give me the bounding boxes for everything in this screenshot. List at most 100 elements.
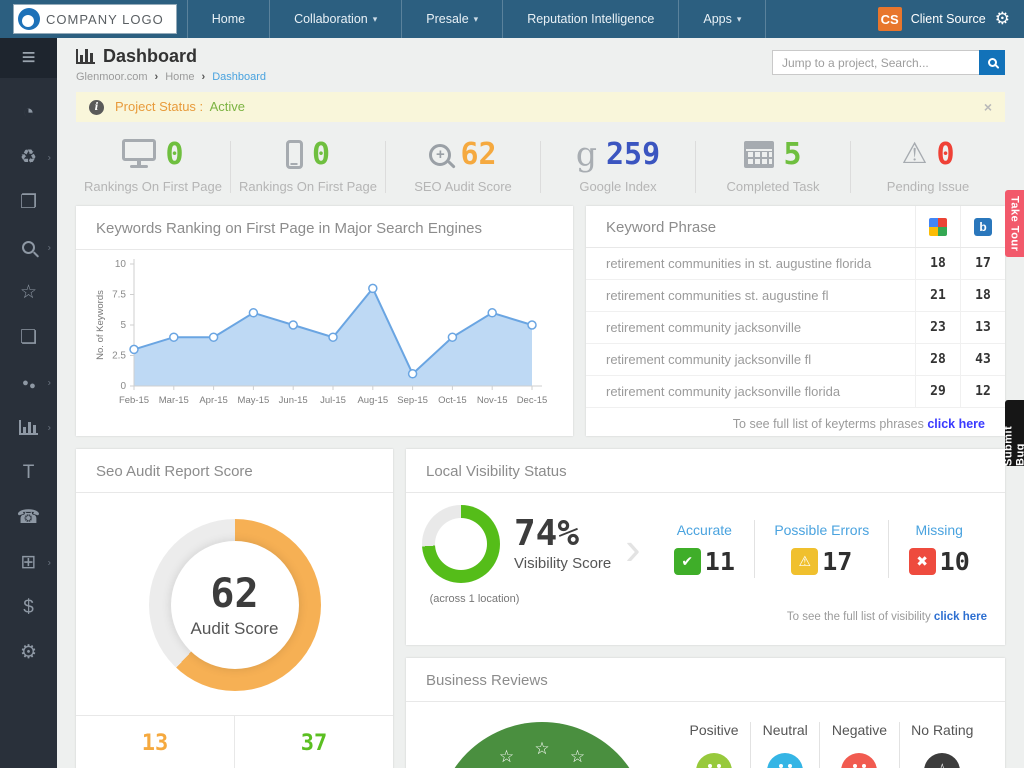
desktop-icon: [122, 139, 156, 161]
gear-icon[interactable]: ⚙: [995, 9, 1010, 29]
chevron-down-icon: ▾: [373, 14, 378, 25]
breadcrumb-item-dashboard[interactable]: Dashboard: [195, 71, 267, 83]
project-search: [772, 50, 1005, 75]
nav-item-home[interactable]: Home: [187, 0, 269, 38]
nav-right: CS Client Source ⚙: [878, 0, 1024, 38]
keyword-phrase: retirement communities in st. augustine …: [586, 248, 915, 279]
review-category-positive: Positive: [690, 722, 739, 768]
close-icon[interactable]: ×: [984, 99, 992, 115]
hamburger-menu-icon[interactable]: ≡: [0, 38, 57, 78]
company-logo-text: COMPANY LOGO: [46, 12, 164, 27]
sidebar-item-text[interactable]: T: [0, 450, 57, 495]
visibility-footer: To see the full list of visibility click…: [406, 605, 1005, 633]
table-row[interactable]: retirement community jacksonville florid…: [586, 376, 1005, 408]
stat-value: 5: [783, 140, 801, 170]
stat-google-index-3: g259Google Index: [541, 140, 695, 194]
divider: [750, 722, 751, 768]
dashboard-icon: ◔: [23, 102, 34, 124]
footer-text: To see the full list of visibility: [787, 611, 931, 623]
nav-item-reputation-intelligence[interactable]: Reputation Intelligence: [502, 0, 678, 38]
sidebar-item-dollar[interactable]: $: [0, 585, 57, 630]
breadcrumb-item-glenmoor-com[interactable]: Glenmoor.com: [76, 71, 148, 83]
google-rank: 23: [915, 312, 960, 343]
search-input[interactable]: [772, 50, 1005, 75]
star-icon: ☆: [499, 747, 514, 767]
audit-score-label: Audit Score: [191, 619, 279, 639]
client-source-badge[interactable]: CS: [878, 7, 902, 31]
visibility-card-title: Local Visibility Status: [406, 449, 1005, 493]
submit-bug-ribbon[interactable]: Submit Bug: [1005, 400, 1024, 466]
sidebar-menu: ◔♻›❐›☆❏●››T☎⊞›$⚙: [0, 78, 57, 675]
review-category-neutral: Neutral: [763, 722, 808, 768]
table-row[interactable]: retirement communities st. augustine fl2…: [586, 280, 1005, 312]
nav-item-collaboration[interactable]: Collaboration ▾: [269, 0, 401, 38]
breadcrumb-item-home[interactable]: Home: [148, 71, 195, 83]
table-row[interactable]: retirement communities in st. augustine …: [586, 248, 1005, 280]
sidebar: ≡ ◔♻›❐›☆❏●››T☎⊞›$⚙: [0, 38, 57, 768]
sidebar-item-settings[interactable]: ⚙: [0, 630, 57, 675]
sidebar-item-chart[interactable]: ›: [0, 405, 57, 450]
stat-top: 0: [122, 139, 183, 170]
sidebar-item-phone[interactable]: ☎: [0, 495, 57, 540]
settings-icon: ⚙: [20, 641, 37, 664]
stat-top: 62: [429, 140, 496, 170]
search-icon: [22, 241, 35, 254]
visibility-item-missing: Missing✖10: [909, 522, 970, 576]
nav-item-apps[interactable]: Apps▾: [678, 0, 766, 38]
nav-item-presale[interactable]: Presale▾: [401, 0, 502, 38]
take-tour-ribbon[interactable]: Take Tour: [1005, 190, 1024, 257]
visibility-click-here-link[interactable]: click here: [934, 611, 987, 623]
business-reviews-card: Business Reviews 5.00/5 ☆☆☆☆☆☆☆ Positive…: [406, 658, 1005, 768]
visibility-item-value: 10: [940, 547, 970, 576]
chevron-right-icon: ›: [48, 557, 51, 568]
svg-text:Jul-15: Jul-15: [320, 395, 346, 406]
alert-status: Active: [210, 99, 245, 114]
users-icon: ●: [22, 377, 29, 389]
main-content: Dashboard Glenmoor.comHomeDashboard Proj…: [57, 38, 1024, 768]
svg-text:Nov-15: Nov-15: [477, 395, 508, 406]
keyword-phrase: retirement community jacksonville florid…: [586, 376, 915, 407]
svg-text:Apr-15: Apr-15: [199, 395, 228, 406]
metric-domain-strength: 13Domain strength: [76, 716, 234, 768]
svg-text:No. of Keywords: No. of Keywords: [95, 290, 106, 360]
stat-value: 62: [460, 140, 496, 170]
nav-item-label: Collaboration: [294, 12, 368, 26]
table-row[interactable]: retirement community jacksonville fl2843: [586, 344, 1005, 376]
chevron-right-icon: ›: [48, 422, 51, 433]
sidebar-item-dashboard[interactable]: ◔: [0, 90, 57, 135]
google-rank: 29: [915, 376, 960, 407]
dollar-icon: $: [23, 597, 34, 619]
calendar-icon: [744, 141, 774, 168]
sidebar-item-document[interactable]: ❏: [0, 315, 57, 360]
table-row[interactable]: retirement community jacksonville2313: [586, 312, 1005, 344]
google-column-header: [915, 206, 960, 247]
stat-top: ⚠0: [901, 140, 954, 170]
bing-rank: 43: [960, 344, 1005, 375]
sidebar-item-users[interactable]: ●›: [0, 360, 57, 405]
keyword-table-body: retirement communities in st. augustine …: [586, 248, 1005, 408]
pages-icon: ❐: [20, 191, 37, 214]
stat-pending-issue-5: ⚠0Pending Issue: [851, 140, 1005, 194]
stat-value: 0: [936, 140, 954, 170]
stat-top: 0: [286, 140, 330, 170]
mobile-icon: [286, 140, 303, 169]
stat-rankings-on-first-page-0: 0Rankings On First Page: [76, 139, 230, 194]
sidebar-item-search[interactable]: ›: [0, 225, 57, 270]
sidebar-item-pages[interactable]: ❐: [0, 180, 57, 225]
visibility-item-row: ✖10: [909, 547, 970, 576]
rating-gauge: 5.00/5 ☆☆☆☆☆☆☆: [426, 714, 678, 768]
review-category-label: No Rating: [911, 722, 973, 738]
project-status-alert: Project Status : Active ×: [76, 92, 1005, 122]
nav-item-label: Reputation Intelligence: [527, 12, 654, 26]
collaboration-icon: ♻: [20, 146, 37, 169]
google-rank: 21: [915, 280, 960, 311]
sidebar-item-star[interactable]: ☆: [0, 270, 57, 315]
page-title: Dashboard: [103, 46, 197, 67]
company-logo[interactable]: COMPANY LOGO: [13, 4, 177, 34]
star-icon: ☆: [570, 747, 585, 767]
search-button[interactable]: [979, 50, 1005, 75]
chevron-right-icon: ›: [48, 242, 51, 253]
sidebar-item-grid[interactable]: ⊞›: [0, 540, 57, 585]
sidebar-item-collaboration[interactable]: ♻›: [0, 135, 57, 180]
keyterms-click-here-link[interactable]: click here: [927, 417, 985, 431]
